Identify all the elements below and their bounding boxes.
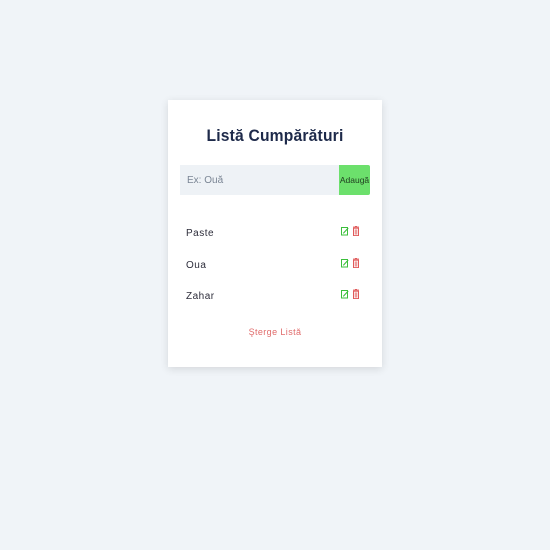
item-label: Oua xyxy=(186,259,207,271)
item-actions xyxy=(341,225,364,236)
edit-icon[interactable] xyxy=(341,289,349,299)
item-input[interactable] xyxy=(180,165,339,195)
trash-icon[interactable] xyxy=(352,226,360,236)
list-item: Paste xyxy=(186,225,364,257)
list-item: Oua xyxy=(186,257,364,289)
shopping-list-card: Listă Cumpărături Adaugă Paste xyxy=(168,100,382,367)
item-actions xyxy=(341,288,364,299)
edit-icon[interactable] xyxy=(341,226,349,236)
add-item-form: Adaugă xyxy=(180,165,370,195)
trash-icon[interactable] xyxy=(352,289,360,299)
add-button[interactable]: Adaugă xyxy=(339,165,370,195)
trash-icon[interactable] xyxy=(352,257,360,268)
list-item: Zahar xyxy=(186,288,364,320)
item-label: Zahar xyxy=(186,291,215,302)
page-title: Listă Cumpărături xyxy=(206,126,344,145)
item-actions xyxy=(341,257,364,268)
clear-list-button[interactable]: Şterge Listă xyxy=(168,327,382,337)
item-label: Paste xyxy=(186,228,215,239)
edit-icon[interactable] xyxy=(341,258,349,268)
item-list: Paste Oua Zahar xyxy=(186,225,364,320)
